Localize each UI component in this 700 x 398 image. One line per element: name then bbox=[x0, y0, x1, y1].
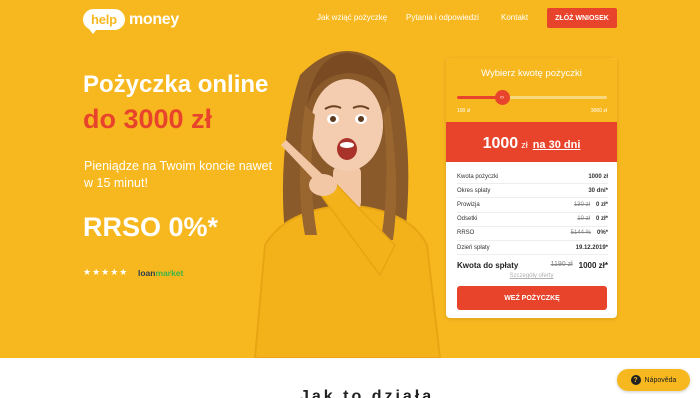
take-loan-button[interactable]: WEŹ POŻYCZKĘ bbox=[457, 286, 607, 310]
slider-max-label: 3000 zł bbox=[590, 108, 607, 114]
apply-button-header[interactable]: ZŁÓŻ WNIOSEK bbox=[547, 8, 617, 28]
summary-row-value: 19.12.2019* bbox=[575, 244, 608, 251]
summary-row-value: 0 zł* bbox=[595, 216, 608, 223]
rrso-headline: RRSO 0%* bbox=[83, 212, 219, 242]
summary-row: Prowizja 130 zł 0 zł* bbox=[457, 198, 608, 213]
section-heading-partial: Jak to działa bbox=[300, 388, 435, 398]
loan-summary-table: Kwota pożyczki 1000 zł Okres spłaty 30 d… bbox=[457, 170, 608, 273]
logo-word: money bbox=[128, 10, 180, 28]
summary-row: Okres spłaty 30 dni* bbox=[457, 184, 608, 199]
selected-amount-bar: 1000 zł na 30 dni bbox=[446, 122, 617, 162]
total-label: Kwota do spłaty bbox=[457, 260, 519, 270]
summary-row-value: 0%* bbox=[596, 230, 608, 237]
hero-title-amount: do 3000 zł bbox=[83, 104, 213, 134]
summary-row-label: Kwota pożyczki bbox=[457, 173, 499, 180]
loanmarket-logo: loanmarket bbox=[138, 268, 183, 278]
summary-row-value: 1000 zł bbox=[588, 173, 608, 180]
nav-link-contact[interactable]: Kontakt bbox=[501, 13, 528, 22]
loanmarket-logo-part-a: loan bbox=[138, 268, 156, 278]
summary-row: RRSO 5144 % 0%* bbox=[457, 227, 608, 241]
hero-title: Pożyczka online bbox=[83, 71, 269, 98]
selected-currency: zł bbox=[521, 140, 528, 150]
logo[interactable]: help money bbox=[83, 9, 180, 34]
loanmarket-logo-part-b: market bbox=[155, 268, 184, 278]
rating-stars-icon: ★★★★★ bbox=[83, 267, 129, 277]
hero-section: help money Jak wziąć pożyczkę Pytania i … bbox=[0, 0, 700, 358]
selected-amount: 1000 bbox=[482, 135, 519, 152]
amount-slider-handle[interactable]: ‹› bbox=[494, 90, 510, 105]
summary-row: Kwota pożyczki 1000 zł bbox=[457, 170, 608, 185]
nav-link-how-to[interactable]: Jak wziąć pożyczkę bbox=[317, 13, 387, 22]
offer-details-link[interactable]: Szczegóły oferty bbox=[446, 273, 617, 279]
summary-row-label: Okres spłaty bbox=[457, 187, 491, 194]
calculator-title: Wybierz kwotę pożyczki bbox=[481, 68, 582, 79]
total-value: 1000 zł* bbox=[578, 260, 608, 270]
amount-slider-track[interactable] bbox=[457, 96, 607, 99]
loan-calculator: Wybierz kwotę pożyczki ‹› 100 zł 3000 zł… bbox=[446, 58, 617, 318]
summary-row-old-value: 10 zł bbox=[577, 216, 590, 223]
summary-row-label: Odsetki bbox=[457, 216, 478, 223]
summary-row: Odsetki 10 zł 0 zł* bbox=[457, 213, 608, 227]
summary-row-label: Dzień spłaty bbox=[457, 244, 490, 251]
nav-link-faq[interactable]: Pytania i odpowiedzi bbox=[406, 13, 479, 22]
period-selector[interactable]: na 30 dni bbox=[533, 139, 581, 151]
help-widget-label: Nápověda bbox=[644, 376, 677, 384]
total-old-value: 1190 zł bbox=[550, 260, 573, 268]
summary-row-old-value: 5144 % bbox=[570, 230, 591, 237]
woman-pointing-image bbox=[253, 51, 442, 358]
slider-min-label: 100 zł bbox=[457, 108, 471, 114]
logo-bubble: help bbox=[83, 9, 125, 34]
summary-row-value: 0 zł* bbox=[595, 201, 608, 208]
question-icon: ? bbox=[630, 375, 641, 385]
summary-row-value: 30 dni* bbox=[588, 187, 608, 194]
help-widget-button[interactable]: ? Nápověda bbox=[617, 369, 690, 391]
summary-row-old-value: 130 zł bbox=[573, 201, 590, 208]
summary-row-label: Prowizja bbox=[457, 201, 480, 208]
total-to-repay-row: Kwota do spłaty 1190 zł 1000 zł* bbox=[457, 257, 608, 273]
summary-row-label: RRSO bbox=[457, 230, 475, 237]
summary-row: Dzień spłaty 19.12.2019* bbox=[457, 241, 608, 256]
